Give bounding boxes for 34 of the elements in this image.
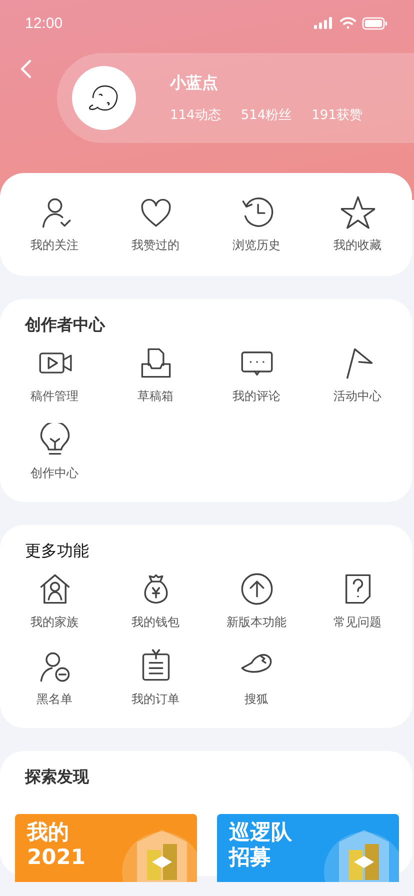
- menu-item[interactable]: 活动中心: [307, 346, 408, 405]
- menu-item[interactable]: 我的收藏: [307, 195, 408, 254]
- history-icon: [240, 195, 274, 229]
- menu-item[interactable]: 搜狐: [206, 649, 307, 708]
- menu-item[interactable]: 创作中心: [4, 423, 105, 482]
- menu-item[interactable]: 我赞过的: [105, 195, 206, 254]
- menu-item[interactable]: 我的订单: [105, 649, 206, 708]
- menu-item[interactable]: 浏览历史: [206, 195, 307, 254]
- menu-item[interactable]: 草稿箱: [105, 346, 206, 405]
- menu-item[interactable]: 我的家族: [4, 572, 105, 631]
- battery-icon: [362, 16, 388, 30]
- menu-item[interactable]: 新版本功能: [206, 572, 307, 631]
- banner-title: 我的: [27, 820, 70, 845]
- menu-item[interactable]: 常见问题: [307, 572, 408, 631]
- profile-name: 小蓝点: [170, 72, 219, 94]
- inbox-document-icon: [138, 346, 172, 380]
- menu-item[interactable]: 我的关注: [4, 195, 105, 254]
- section-title: 更多功能: [24, 541, 90, 562]
- banner-title: 招募: [229, 845, 272, 870]
- status-time: 12:00: [25, 14, 63, 32]
- star-icon: [340, 195, 374, 229]
- menu-item[interactable]: 黑名单: [4, 649, 105, 708]
- lightbulb-icon: [38, 423, 72, 457]
- wifi-icon: [340, 17, 356, 29]
- section-title: 创作者中心: [24, 315, 106, 336]
- menu-item[interactable]: 我的钱包: [105, 572, 206, 631]
- signal-icon: [314, 17, 334, 29]
- menu-item[interactable]: 稿件管理: [4, 346, 105, 405]
- menu-item[interactable]: 我的评论: [206, 346, 307, 405]
- banner-title: 2021: [27, 845, 86, 870]
- upload-circle-icon: [240, 572, 274, 606]
- section-title: 探索发现: [24, 767, 90, 788]
- banner-title: 巡逻队: [229, 820, 293, 845]
- house-person-icon: [38, 572, 72, 606]
